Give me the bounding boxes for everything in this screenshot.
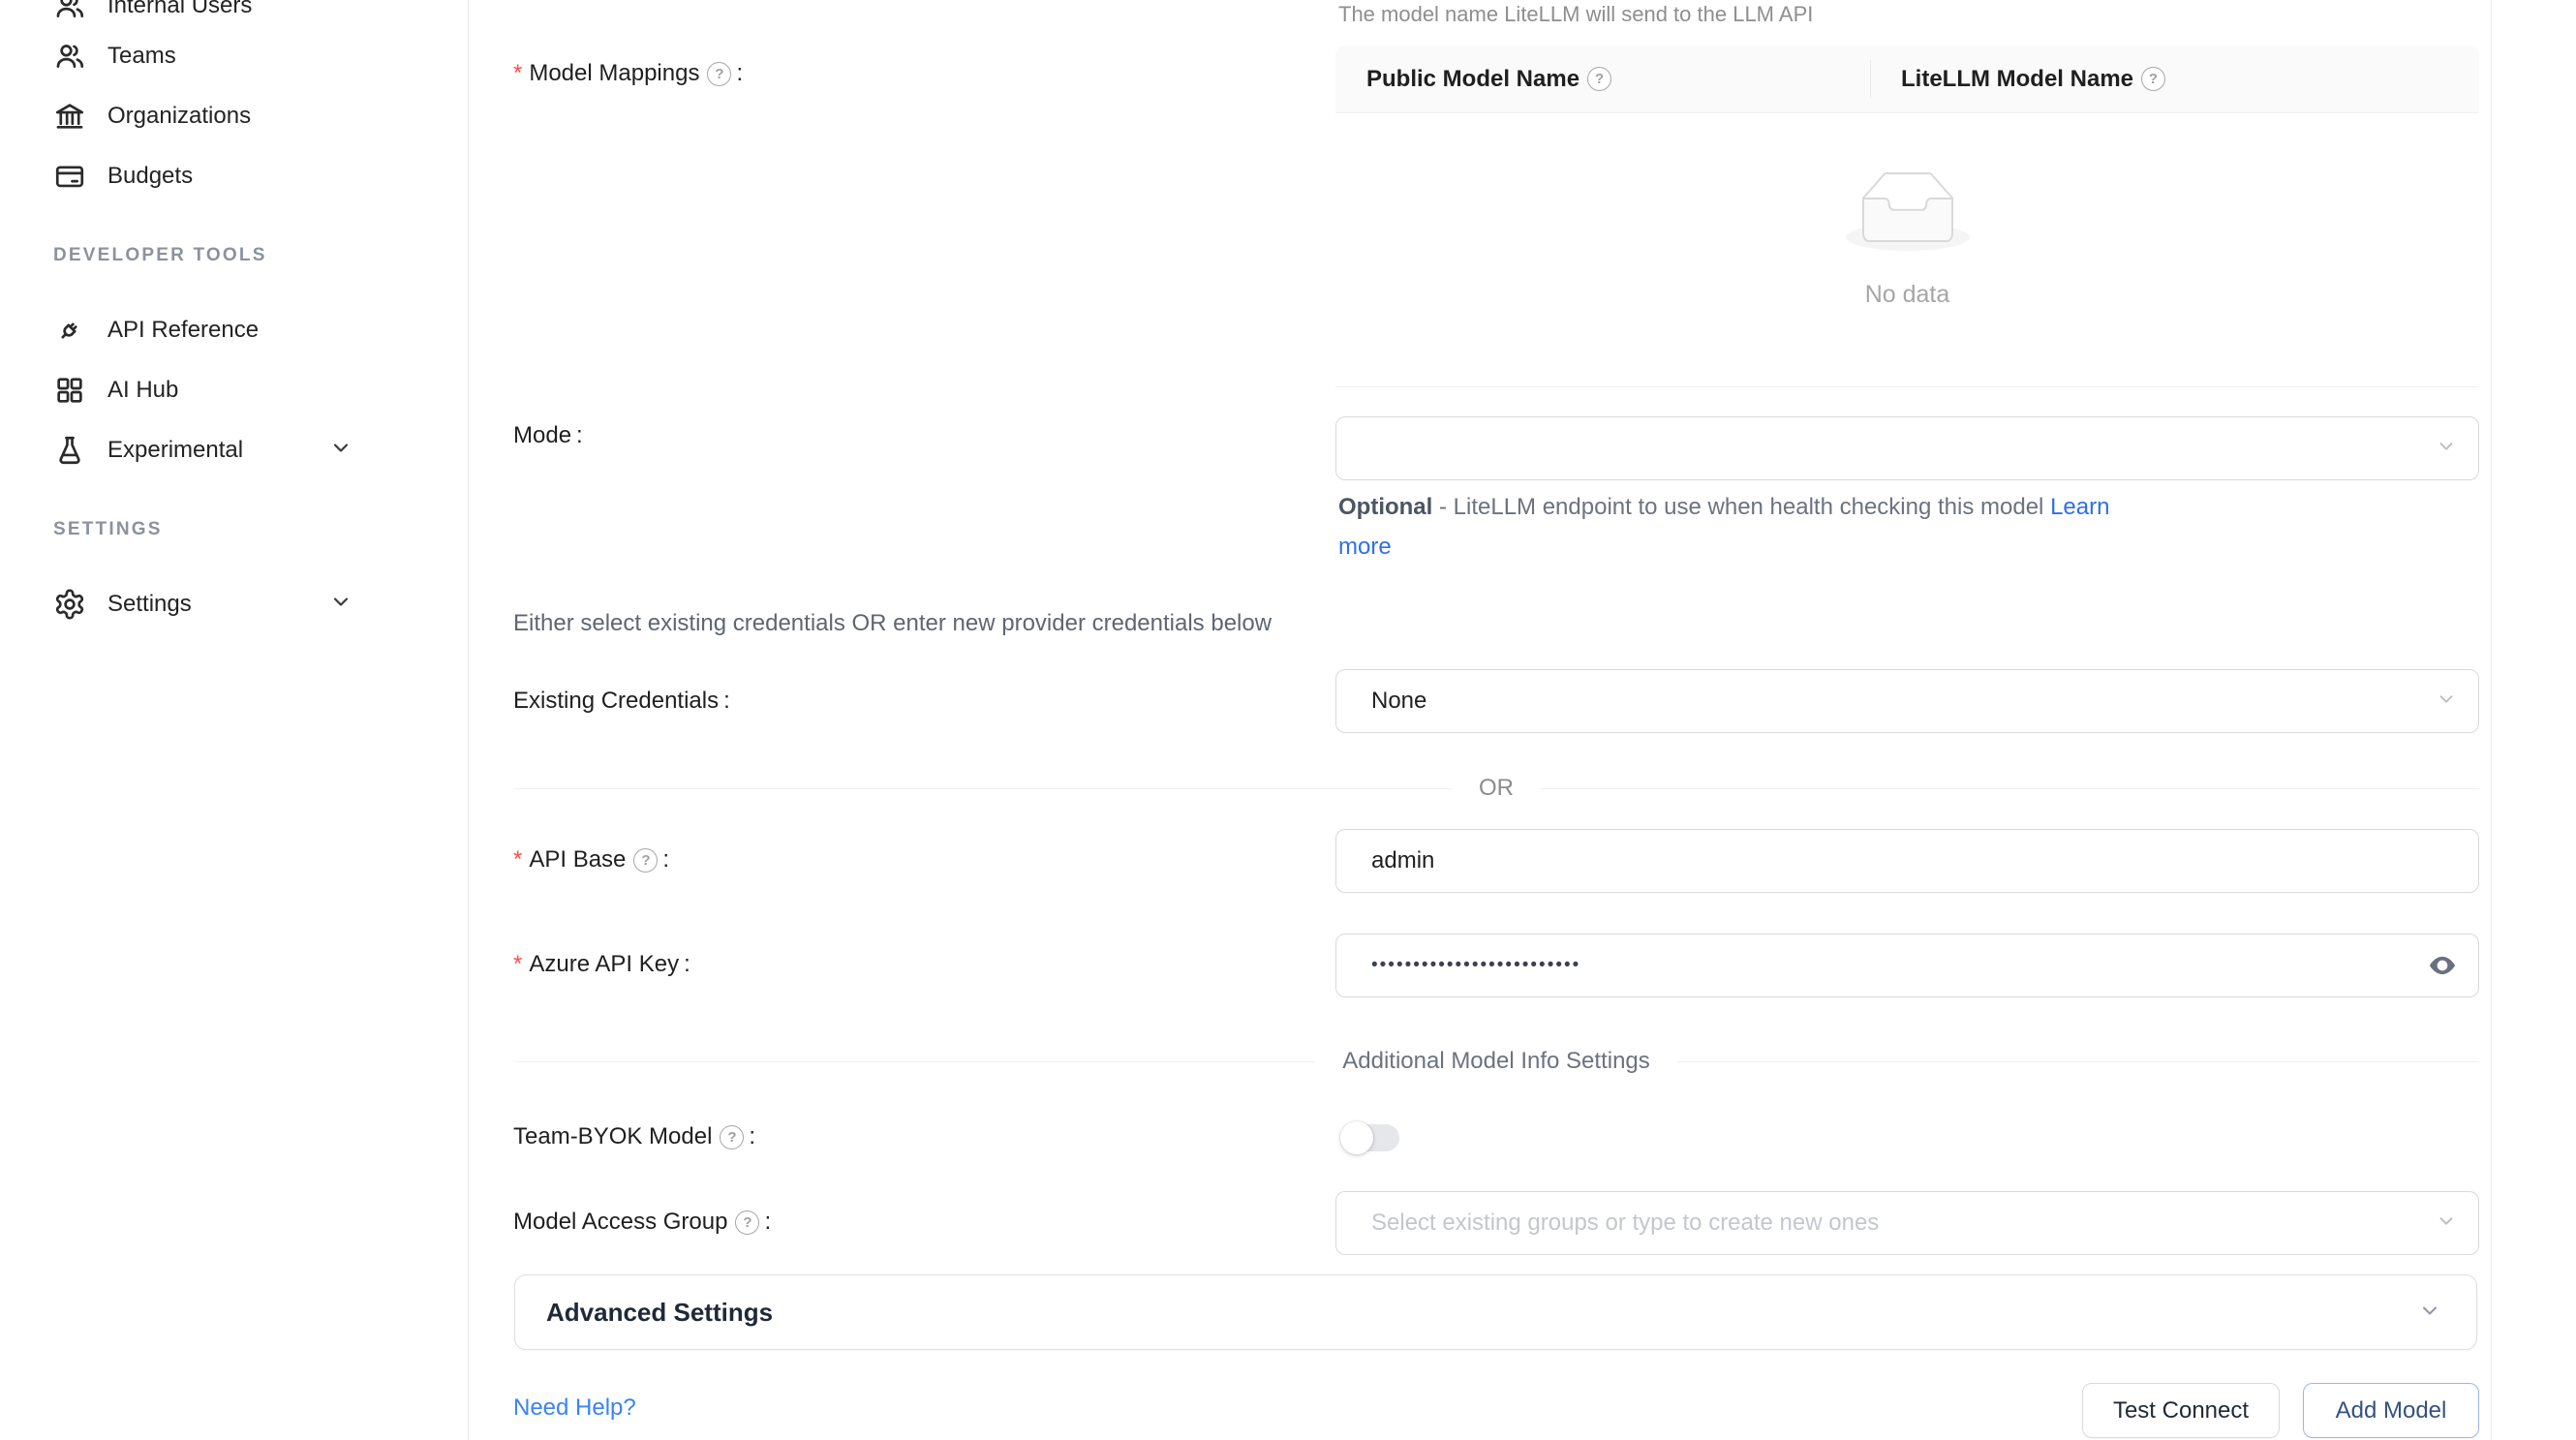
additional-settings-divider: Additional Model Info Settings	[513, 1048, 2479, 1075]
credit-card-icon	[53, 160, 86, 193]
chevron-down-icon	[2418, 1299, 2441, 1327]
sidebar-item-api-reference[interactable]: API Reference	[0, 307, 468, 353]
sidebar-item-settings[interactable]: Settings	[0, 581, 468, 628]
chevron-down-icon	[2436, 689, 2457, 715]
sidebar-item-label: Organizations	[107, 103, 251, 130]
existing-credentials-select[interactable]: None	[1335, 669, 2479, 733]
model-access-group-label: Model Access Group ? :	[513, 1209, 771, 1236]
required-asterisk: *	[513, 62, 522, 85]
content-right-divider	[2491, 0, 2492, 1440]
sidebar-item-label: Experimental	[107, 437, 243, 464]
eye-icon[interactable]	[2426, 949, 2459, 982]
learn-more-link[interactable]: Learn	[2050, 494, 2109, 520]
toggle-knob	[1340, 1121, 1373, 1154]
model-mappings-label: * Model Mappings ? :	[513, 60, 743, 87]
sidebar-item-label: Teams	[107, 43, 176, 70]
sidebar-section-settings: SETTINGS	[53, 519, 163, 540]
sidebar-item-label: API Reference	[107, 317, 259, 344]
mode-label: Mode :	[513, 422, 583, 449]
select-placeholder: Select existing groups or type to create…	[1336, 1210, 1879, 1237]
sidebar-item-budgets[interactable]: Budgets	[0, 153, 468, 199]
grid-icon	[53, 374, 86, 407]
plug-icon	[53, 314, 86, 347]
model-mappings-table: Public Model Name ? LiteLLM Model Name ?	[1335, 46, 2479, 387]
team-byok-toggle[interactable]	[1343, 1124, 1399, 1151]
sidebar-item-ai-hub[interactable]: Experimental AI Hub	[0, 367, 468, 414]
help-question-icon[interactable]: ?	[2141, 67, 2165, 91]
help-question-icon[interactable]: ?	[735, 1210, 759, 1235]
credentials-note: Either select existing credentials OR en…	[513, 610, 1272, 637]
model-access-group-select[interactable]: Select existing groups or type to create…	[1335, 1191, 2479, 1255]
advanced-settings-title: Advanced Settings	[546, 1298, 773, 1328]
chevron-down-icon	[329, 590, 353, 620]
empty-inbox-icon	[1846, 171, 1970, 251]
users-icon	[53, 40, 86, 73]
advanced-settings-panel[interactable]: Advanced Settings	[514, 1274, 2477, 1350]
existing-credentials-label: Existing Credentials :	[513, 688, 730, 715]
sidebar-item-label: Internal Users	[107, 0, 252, 19]
mode-help-text-line2: more	[1338, 536, 2462, 559]
mode-select[interactable]	[1335, 416, 2479, 480]
users-icon	[53, 0, 86, 22]
column-header-public-model-name: Public Model Name ?	[1335, 66, 1870, 93]
api-base-label: * API Base ? :	[513, 846, 669, 873]
chevron-down-icon	[2436, 1210, 2457, 1237]
sidebar-item-internal-users[interactable]: Internal Users	[0, 0, 468, 27]
azure-api-key-label: * Azure API Key :	[513, 951, 690, 978]
column-header-litellm-model-name: LiteLLM Model Name ?	[1870, 66, 2165, 93]
api-base-field	[1335, 829, 2479, 893]
api-base-input[interactable]	[1336, 847, 2478, 874]
column-divider	[1870, 60, 1871, 98]
sidebar-item-experimental[interactable]: Experimental	[0, 427, 468, 474]
required-asterisk: *	[513, 953, 522, 976]
sidebar-item-label: Budgets	[107, 163, 193, 190]
or-divider: OR	[513, 775, 2479, 802]
gear-icon	[53, 588, 86, 621]
table-header: Public Model Name ? LiteLLM Model Name ?	[1335, 46, 2479, 113]
sidebar-item-label: AI Hub	[107, 377, 178, 404]
chevron-down-icon	[329, 436, 353, 466]
help-question-icon[interactable]: ?	[1587, 67, 1611, 91]
add-model-page: Internal Users Teams Organizations Budge…	[0, 0, 2576, 1440]
model-name-note: The model name LiteLLM will send to the …	[1338, 2, 1813, 27]
no-data-text: No data	[1335, 281, 2479, 309]
bank-icon	[53, 100, 86, 133]
sidebar-item-organizations[interactable]: Organizations	[0, 93, 468, 139]
sidebar-section-developer-tools: DEVELOPER TOOLS	[53, 245, 267, 266]
azure-api-key-field[interactable]: •••••••••••••••••••••••••	[1335, 934, 2479, 997]
help-question-icon[interactable]: ?	[720, 1125, 744, 1149]
sidebar-item-teams[interactable]: Teams	[0, 33, 468, 79]
chevron-down-icon	[2436, 436, 2457, 462]
learn-more-link[interactable]: more	[1338, 534, 1392, 560]
empty-state: No data	[1335, 171, 2479, 309]
masked-api-key: •••••••••••••••••••••••••	[1336, 955, 1580, 976]
test-connect-button[interactable]: Test Connect	[2082, 1383, 2280, 1438]
sidebar-item-label: Settings	[107, 591, 192, 618]
help-question-icon[interactable]: ?	[707, 62, 731, 86]
need-help-link[interactable]: Need Help?	[513, 1394, 636, 1422]
help-question-icon[interactable]: ?	[633, 848, 658, 873]
sidebar: Internal Users Teams Organizations Budge…	[0, 0, 469, 1440]
required-asterisk: *	[513, 848, 522, 872]
team-byok-label: Team-BYOK Model ? :	[513, 1123, 755, 1150]
add-model-button[interactable]: Add Model	[2303, 1383, 2479, 1438]
mode-help-text: Optional - LiteLLM endpoint to use when …	[1338, 496, 2462, 519]
flask-icon	[53, 434, 86, 467]
